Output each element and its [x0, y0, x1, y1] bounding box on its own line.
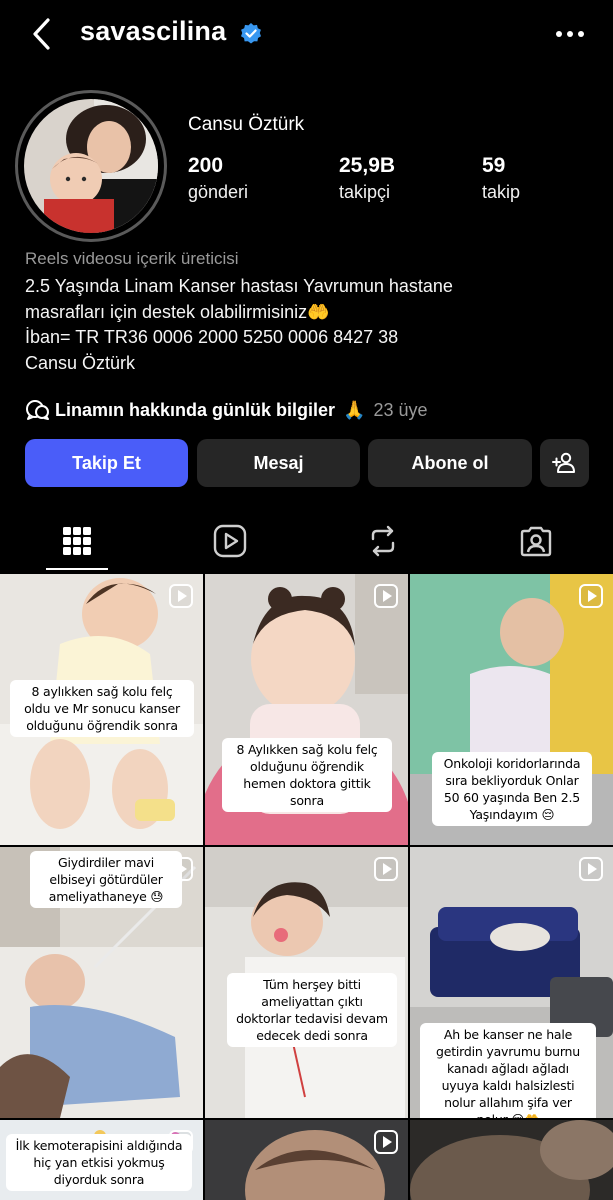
follow-button[interactable]: Takip Et: [25, 439, 188, 487]
active-tab-indicator: [46, 568, 108, 570]
bio-line: masrafları için destek olabilirmisiniz🤲: [25, 301, 330, 322]
tab-tagged[interactable]: [459, 510, 612, 572]
stat-posts[interactable]: 200 gönderi: [188, 154, 248, 203]
stat-following-value: 59: [482, 154, 506, 177]
reel-indicator-icon: [374, 584, 398, 608]
chevron-left-icon[interactable]: [26, 14, 62, 54]
posts-grid: 8 aylıkken sağ kolu felç oldu ve Mr sonu…: [0, 574, 613, 1200]
stat-posts-value: 200: [188, 154, 224, 177]
channel-member-count: 23 üye: [373, 399, 428, 420]
post-thumbnail[interactable]: Tüm herşey bitti ameliyattan çıktı dokto…: [205, 847, 408, 1118]
verified-badge-icon: [241, 23, 261, 44]
bio-line: İban= TR TR36 0006 2000 5250 0006 8427 3…: [25, 327, 399, 347]
post-thumbnail[interactable]: [410, 1120, 613, 1200]
stat-followers-label: takipçi: [339, 182, 391, 202]
reel-indicator-icon: [579, 857, 603, 881]
more-horizontal-icon[interactable]: [553, 24, 587, 44]
stat-following-label: takip: [482, 182, 521, 202]
post-image: [410, 1120, 613, 1200]
add-person-button[interactable]: [540, 439, 589, 487]
post-thumbnail[interactable]: 8 aylıkken sağ kolu felç oldu ve Mr sonu…: [0, 574, 203, 845]
tab-reposts[interactable]: [306, 510, 459, 572]
post-thumbnail[interactable]: İlk kemoterapisini aldığında hiç yan etk…: [0, 1120, 203, 1200]
post-caption: Ah be kanser ne hale getirdin yavrumu bu…: [420, 1023, 596, 1118]
reel-indicator-icon: [374, 857, 398, 881]
channel-emoji: 🙏: [343, 399, 366, 420]
reel-indicator-icon: [579, 584, 603, 608]
post-thumbnail[interactable]: Onkoloji koridorlarında sıra bekliyorduk…: [410, 574, 613, 845]
reposts-icon: [371, 525, 394, 557]
broadcast-channel-icon: [26, 400, 49, 420]
reel-indicator-icon: [374, 1130, 398, 1154]
post-caption: Onkoloji koridorlarında sıra bekliyorduk…: [432, 752, 592, 826]
channel-name: Linamın hakkında günlük bilgiler: [55, 399, 336, 420]
grid-icon: [62, 527, 91, 555]
post-thumbnail[interactable]: 8 Aylıkken sağ kolu felç olduğunu öğrend…: [205, 574, 408, 845]
profile-bio: 2.5 Yaşında Linam Kanser hastası Yavrumu…: [25, 274, 585, 376]
top-bar: savascilina: [0, 0, 613, 70]
subscribe-button[interactable]: Abone ol: [368, 439, 532, 487]
bio-line: 2.5 Yaşında Linam Kanser hastası Yavrumu…: [25, 276, 453, 296]
reels-icon: [213, 524, 246, 558]
message-button[interactable]: Mesaj: [197, 439, 360, 487]
post-caption: 8 Aylıkken sağ kolu felç olduğunu öğrend…: [222, 738, 392, 812]
avatar[interactable]: [24, 99, 158, 233]
add-person-icon: [551, 452, 575, 473]
tab-posts-grid[interactable]: [0, 510, 153, 572]
stat-followers-value: 25,9B: [339, 154, 396, 177]
profile-full-name: Cansu Öztürk: [188, 114, 305, 135]
post-thumbnail[interactable]: [205, 1120, 408, 1200]
tagged-icon: [520, 526, 551, 557]
profile-tabs: [0, 510, 613, 574]
post-caption: Tüm herşey bitti ameliyattan çıktı dokto…: [227, 973, 397, 1047]
stat-followers[interactable]: 25,9B takipçi: [339, 154, 395, 203]
broadcast-channel-link[interactable]: Linamın hakkında günlük bilgiler 🙏 23 üy…: [25, 396, 428, 424]
bio-line: Cansu Öztürk: [25, 352, 136, 373]
stat-posts-label: gönderi: [188, 182, 249, 202]
stat-following[interactable]: 59 takip: [482, 154, 520, 203]
post-caption: 8 aylıkken sağ kolu felç oldu ve Mr sonu…: [10, 680, 194, 737]
post-caption: Giydirdiler mavi elbiseyi götürdüler ame…: [30, 851, 182, 908]
profile-username: savascilina: [80, 16, 227, 46]
post-caption: İlk kemoterapisini aldığında hiç yan etk…: [6, 1134, 192, 1191]
post-thumbnail[interactable]: Giydirdiler mavi elbiseyi götürdüler ame…: [0, 847, 203, 1118]
profile-category: Reels videosu içerik üreticisi: [25, 249, 239, 268]
post-thumbnail[interactable]: Ah be kanser ne hale getirdin yavrumu bu…: [410, 847, 613, 1118]
tab-reels[interactable]: [153, 510, 306, 572]
reel-indicator-icon: [169, 584, 193, 608]
